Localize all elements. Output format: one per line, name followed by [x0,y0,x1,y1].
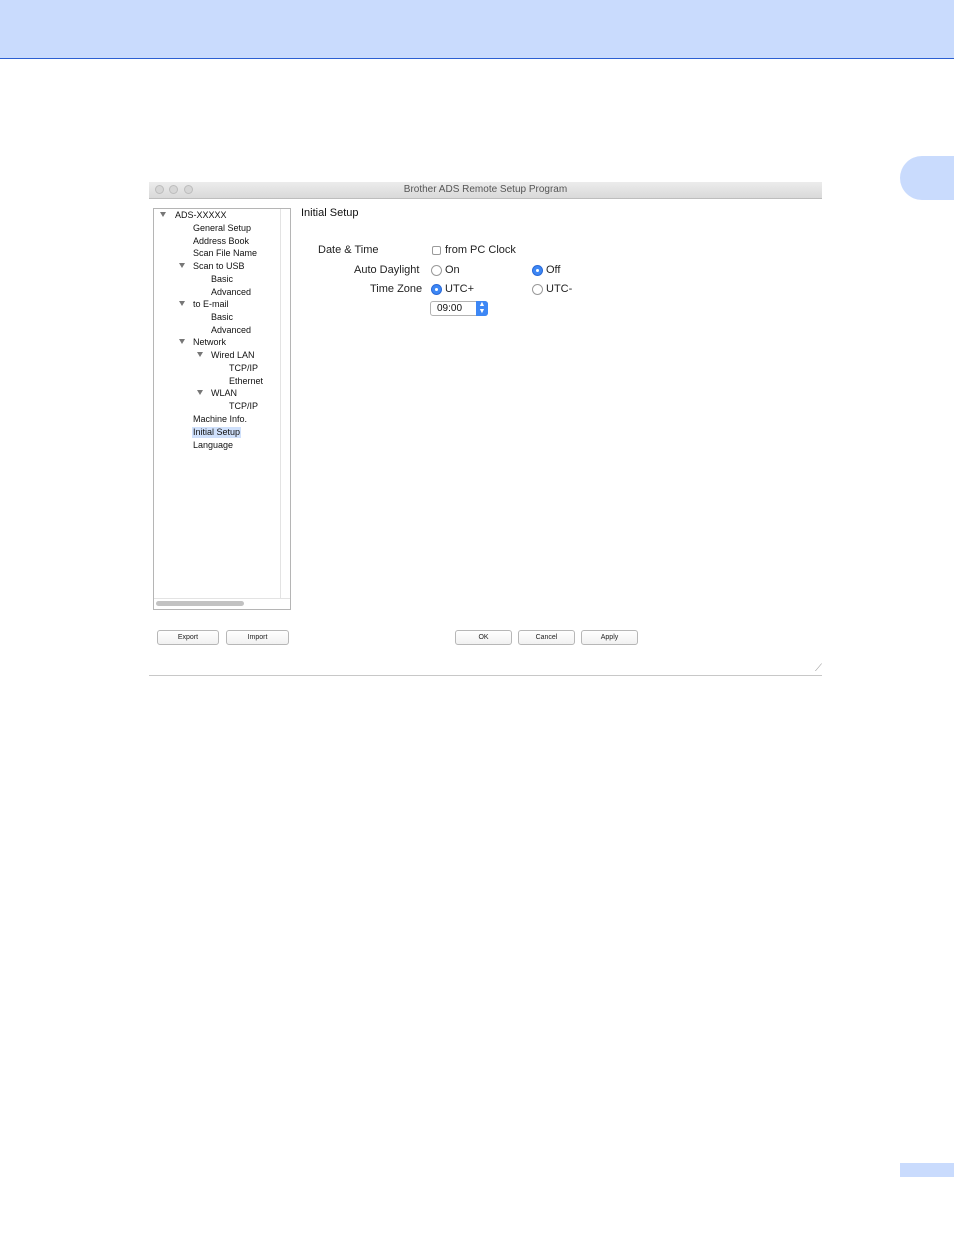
panel-title: Initial Setup [301,207,359,219]
disclosure-triangle-icon[interactable] [179,339,185,344]
tree-vertical-divider [280,209,281,599]
tree-item-wired-lan[interactable]: Wired LAN [210,350,256,361]
auto-daylight-off-label[interactable]: Off [546,264,560,276]
disclosure-triangle-icon[interactable] [179,301,185,306]
ok-button[interactable]: OK [455,630,512,645]
page-number-tab [900,1163,954,1177]
resize-grip-icon[interactable]: ⟋ [812,664,822,674]
window-title: Brother ADS Remote Setup Program [403,184,568,195]
tree-item-wlan-tcpip[interactable]: TCP/IP [228,401,259,412]
disclosure-triangle-icon[interactable] [179,263,185,268]
tree-item-ethernet[interactable]: Ethernet [228,376,264,387]
disclosure-triangle-icon[interactable] [197,352,203,357]
tree-item-machine-info[interactable]: Machine Info. [192,414,248,425]
time-zone-plus-radio[interactable] [431,284,442,295]
tree-item-general-setup[interactable]: General Setup [192,223,252,234]
tree-item-usb-basic[interactable]: Basic [210,274,234,285]
tree-item-scan-to-usb[interactable]: Scan to USB [192,261,246,272]
tree-item-email-basic[interactable]: Basic [210,312,234,323]
tree-item-initial-setup[interactable]: Initial Setup [192,427,242,438]
stepper-arrows-icon[interactable]: ▲ ▼ [476,301,488,316]
time-zone-label: Time Zone [370,283,423,295]
remote-setup-window: Brother ADS Remote Setup Program ADS-XXX… [149,182,822,676]
auto-daylight-on-radio[interactable] [431,265,442,276]
export-button[interactable]: Export [157,630,219,645]
disclosure-triangle-icon[interactable] [160,212,166,217]
tree-item-language[interactable]: Language [192,440,234,451]
disclosure-triangle-icon[interactable] [197,390,203,395]
scrollbar-thumb[interactable] [156,601,244,606]
settings-tree: ADS-XXXXX General Setup Address Book Sca… [153,208,291,610]
window-titlebar: Brother ADS Remote Setup Program [149,182,822,199]
tree-horizontal-scrollbar[interactable] [154,598,290,609]
tree-item-to-email[interactable]: to E-mail [192,299,230,310]
auto-daylight-off-radio[interactable] [532,265,543,276]
date-time-label: Date & Time [318,244,379,256]
tree-item-address-book[interactable]: Address Book [192,236,250,247]
time-zone-offset-value: 09:00 [437,303,463,314]
tree-item-wired-tcpip[interactable]: TCP/IP [228,363,259,374]
cancel-button[interactable]: Cancel [518,630,575,645]
tree-item-ads-xxxxx[interactable]: ADS-XXXXX [174,210,228,221]
from-pc-clock-label[interactable]: from PC Clock [445,244,516,256]
page-header-bar [0,0,954,59]
auto-daylight-on-label[interactable]: On [445,264,460,276]
tree-item-email-advanced[interactable]: Advanced [210,325,252,336]
tree-item-usb-advanced[interactable]: Advanced [210,287,252,298]
import-button[interactable]: Import [226,630,289,645]
chapter-tab [900,156,954,200]
tree-item-scan-file-name[interactable]: Scan File Name [192,248,258,259]
from-pc-clock-checkbox[interactable] [432,246,441,255]
time-zone-minus-label[interactable]: UTC- [546,283,572,295]
time-zone-offset-select[interactable]: 09:00 ▲ ▼ [430,301,488,316]
tree-item-wlan[interactable]: WLAN [210,388,238,399]
apply-button[interactable]: Apply [581,630,638,645]
time-zone-minus-radio[interactable] [532,284,543,295]
tree-item-network[interactable]: Network [192,337,227,348]
auto-daylight-label: Auto Daylight [354,264,420,276]
time-zone-plus-label[interactable]: UTC+ [445,283,474,295]
